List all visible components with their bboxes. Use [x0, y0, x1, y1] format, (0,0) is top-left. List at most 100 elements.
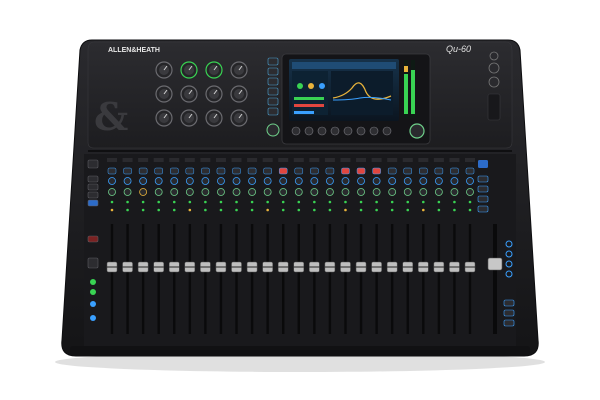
pafl-button[interactable] [217, 188, 225, 196]
pafl-button[interactable] [170, 188, 179, 196]
mute-button-icon[interactable] [310, 167, 319, 175]
select-button[interactable] [123, 177, 132, 185]
pafl-button[interactable] [341, 188, 350, 196]
mute-button-icon[interactable] [278, 167, 288, 175]
signal-led [422, 208, 425, 212]
mute-button-icon[interactable] [216, 167, 226, 175]
signal-led [297, 208, 301, 212]
mute-button-icon[interactable] [403, 167, 412, 175]
mute-button-icon[interactable] [185, 167, 195, 175]
mute-button-icon[interactable] [201, 167, 210, 175]
soft-key-button[interactable] [304, 126, 314, 136]
pafl-button[interactable] [108, 188, 116, 196]
select-button[interactable] [154, 177, 163, 185]
select-button[interactable] [419, 177, 428, 185]
mixer-photo: ALLEN&HEATH Qu-60 & [55, 39, 545, 372]
select-button[interactable] [341, 177, 350, 185]
mute-button-icon[interactable] [387, 167, 397, 175]
pafl-button[interactable] [248, 188, 256, 196]
select-button[interactable] [170, 177, 179, 185]
select-button[interactable] [357, 177, 365, 185]
select-button[interactable] [217, 177, 225, 185]
soft-key-button[interactable] [382, 126, 392, 136]
soft-key-button[interactable] [356, 126, 366, 136]
soft-key-button[interactable] [330, 126, 340, 136]
pafl-button[interactable] [403, 188, 412, 196]
pafl-button[interactable] [310, 188, 319, 196]
soft-key-button[interactable] [343, 126, 353, 136]
screen-rotary-encoder[interactable] [409, 123, 425, 139]
select-button[interactable] [185, 177, 194, 185]
mute-button-icon[interactable] [465, 167, 475, 175]
mute-button-icon[interactable] [356, 167, 366, 175]
pafl-button[interactable] [372, 188, 381, 196]
soft-key-button[interactable] [317, 126, 327, 136]
mute-button-icon[interactable] [341, 167, 350, 175]
mute-button-icon[interactable] [434, 167, 444, 175]
soft-key-button[interactable] [291, 126, 301, 136]
signal-led [157, 200, 160, 204]
mute-button-icon[interactable] [263, 167, 272, 175]
mute-button-icon[interactable] [372, 167, 381, 175]
fader-cap-line [340, 266, 351, 268]
pafl-button[interactable] [419, 188, 428, 196]
channel-label [231, 158, 242, 162]
channel-label [122, 158, 133, 162]
channel-label [200, 158, 211, 162]
mute-button-icon[interactable] [419, 167, 428, 175]
pafl-button[interactable] [123, 188, 132, 196]
mute-button-icon[interactable] [247, 167, 257, 175]
select-button[interactable] [201, 177, 210, 185]
select-button[interactable] [232, 177, 241, 185]
select-button[interactable] [108, 177, 116, 185]
pafl-button[interactable] [326, 188, 334, 196]
fader-track [344, 224, 347, 334]
soft-key-button[interactable] [369, 126, 379, 136]
mute-button-icon[interactable] [123, 167, 132, 175]
signal-led [219, 208, 223, 212]
select-button[interactable] [294, 177, 303, 185]
channel-label [449, 158, 460, 162]
select-button[interactable] [466, 177, 474, 185]
pafl-button[interactable] [139, 188, 148, 196]
pafl-button[interactable] [466, 188, 474, 196]
select-button[interactable] [403, 177, 412, 185]
mute-button-icon[interactable] [154, 167, 163, 175]
mute-button-icon[interactable] [325, 167, 335, 175]
mute-button-icon[interactable] [170, 167, 179, 175]
signal-led [453, 200, 456, 204]
pafl-button[interactable] [434, 188, 443, 196]
select-button[interactable] [372, 177, 381, 185]
signal-led [468, 208, 472, 212]
mute-button-icon[interactable] [450, 167, 459, 175]
signal-led [281, 200, 285, 204]
pafl-button[interactable] [279, 188, 288, 196]
pafl-button[interactable] [294, 188, 303, 196]
select-button[interactable] [326, 177, 334, 185]
select-button[interactable] [279, 177, 288, 185]
pafl-button[interactable] [232, 188, 241, 196]
pafl-button[interactable] [263, 188, 272, 196]
select-button[interactable] [139, 177, 148, 185]
select-button[interactable] [310, 177, 319, 185]
signal-led [437, 200, 441, 204]
signal-led [390, 208, 394, 212]
signal-led [313, 208, 316, 212]
pafl-button[interactable] [154, 188, 163, 196]
pafl-button[interactable] [450, 188, 459, 196]
pafl-button[interactable] [185, 188, 194, 196]
select-button[interactable] [263, 177, 272, 185]
mute-button-icon[interactable] [138, 167, 148, 175]
pafl-button[interactable] [388, 188, 397, 196]
select-button[interactable] [388, 177, 397, 185]
mute-button-icon[interactable] [294, 167, 304, 175]
fader-track [173, 224, 176, 334]
pafl-button[interactable] [201, 188, 210, 196]
select-button[interactable] [434, 177, 443, 185]
pafl-button[interactable] [357, 188, 365, 196]
mute-button-icon[interactable] [232, 167, 241, 175]
select-button[interactable] [248, 177, 256, 185]
mute-button-icon[interactable] [107, 167, 117, 175]
select-button[interactable] [450, 177, 459, 185]
master-fader-cap[interactable] [487, 257, 503, 271]
